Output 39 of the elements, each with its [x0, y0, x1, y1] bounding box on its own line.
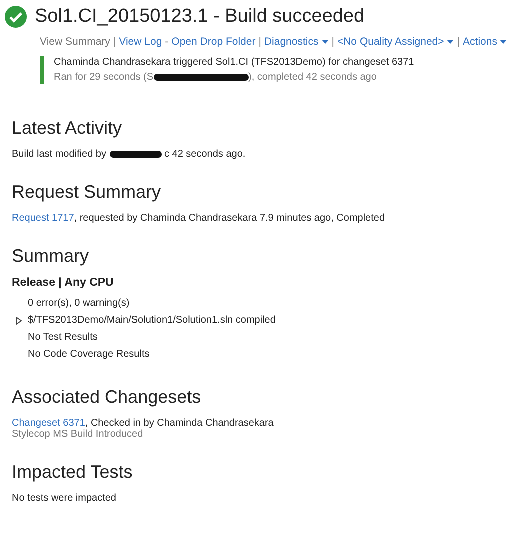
completed-text: ), completed 42 seconds ago	[248, 72, 377, 83]
configuration-title: Release | Any CPU	[12, 277, 115, 289]
success-check-icon	[5, 6, 27, 28]
menu-link[interactable]: Actions	[463, 36, 508, 48]
summary-line: 0 error(s), 0 warning(s)	[28, 298, 130, 309]
request-text: , requested by Chaminda Chandrasekara 7.9 minutes ago, Completed	[74, 213, 386, 224]
section-heading: Impacted Tests	[12, 462, 134, 483]
build-title: Sol1.CI_20150123.1 - Build succeeded	[35, 6, 365, 28]
separator-text: -	[165, 36, 169, 48]
summary-line: $/TFS2013Demo/Main/Solution1/Solution1.sln compiled	[28, 315, 276, 326]
menu-link[interactable]: Diagnostics	[264, 36, 329, 48]
section-heading: Associated Changesets	[12, 387, 202, 408]
section-heading: Latest Activity	[12, 118, 124, 139]
separator-text: |	[113, 36, 116, 48]
caret-icon	[322, 40, 329, 44]
separator-text: |	[332, 36, 334, 48]
expand-triangle-icon[interactable]	[16, 316, 22, 324]
activity-text: Build last modified by	[12, 149, 106, 160]
caret-icon	[447, 40, 454, 44]
separator-text: |	[258, 36, 262, 48]
impacted-tests-text: No tests were impacted	[12, 493, 116, 504]
section-heading: Request Summary	[12, 182, 162, 203]
toolbar-link[interactable]: View Log	[119, 36, 162, 48]
toolbar-link[interactable]: View Summary	[40, 36, 110, 48]
trigger-text: Chaminda Chandrasekara triggered Sol1.CI (TFS2013Demo) for changeset 6371	[54, 57, 416, 68]
request-link[interactable]: Request 1717	[12, 213, 74, 224]
redaction-mark	[110, 151, 162, 158]
section-heading: Summary	[12, 246, 90, 267]
summary-line: No Test Results	[28, 332, 98, 343]
summary-line: No Code Coverage Results	[28, 349, 150, 360]
activity-time-text: c 42 seconds ago.	[164, 149, 246, 160]
changeset-comment: Stylecop MS Build Introduced	[12, 429, 144, 440]
menu-link[interactable]: <No Quality Assigned>	[337, 36, 454, 48]
toolbar-link[interactable]: Open Drop Folder	[172, 36, 256, 48]
run-text: Ran for 29 seconds (S	[54, 72, 154, 83]
caret-icon	[500, 40, 508, 44]
changeset-text: , Checked in by Chaminda Chandrasekara	[85, 418, 274, 429]
changeset-link[interactable]: Changeset 6371	[12, 418, 86, 429]
separator-text: |	[457, 36, 460, 48]
